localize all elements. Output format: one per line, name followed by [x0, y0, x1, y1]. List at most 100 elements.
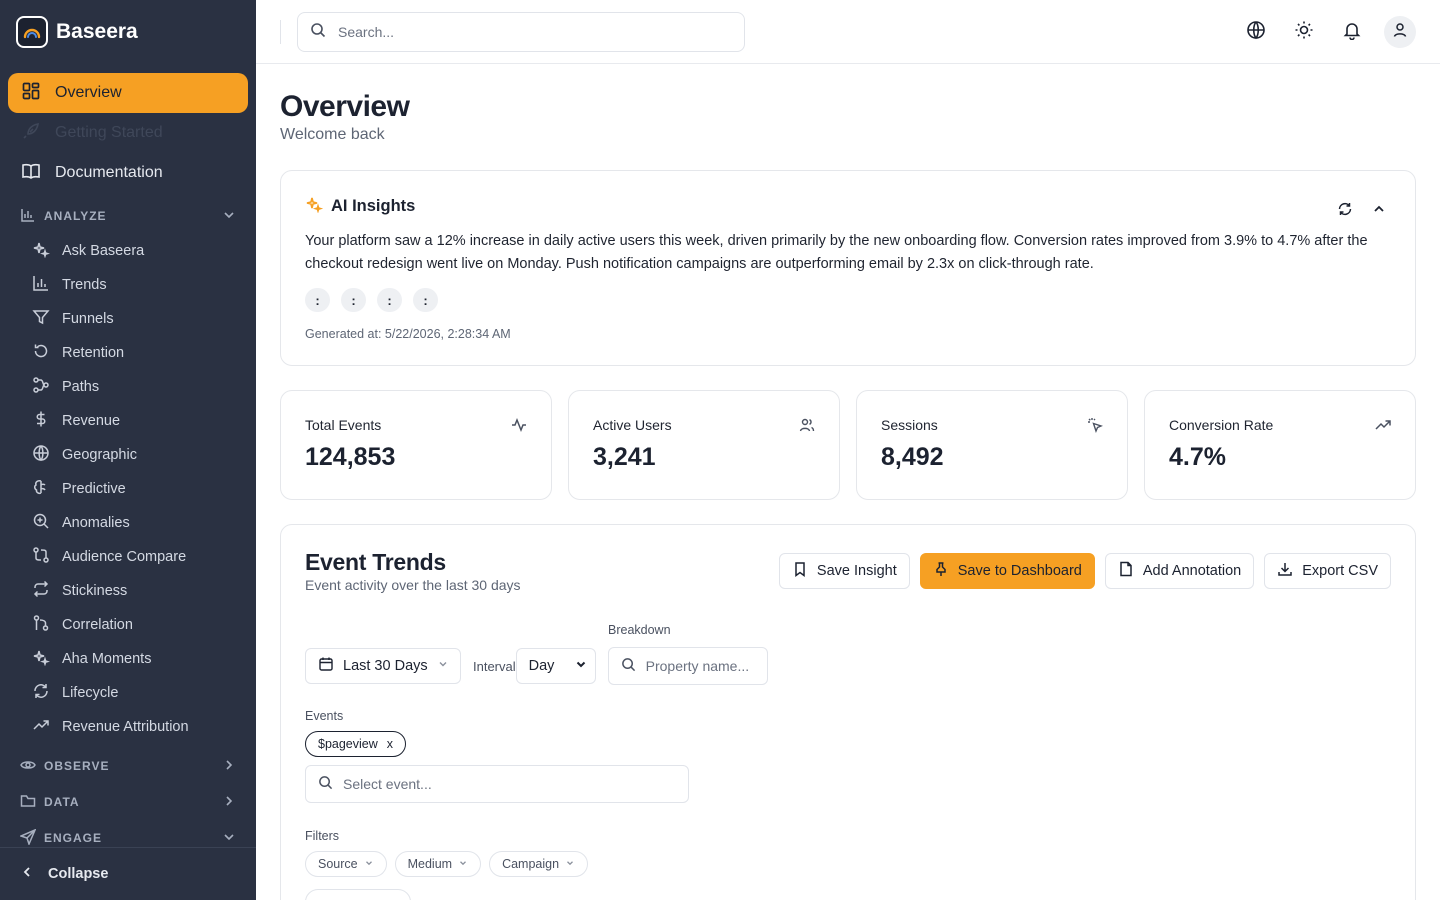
filter-medium[interactable]: Medium: [394, 851, 482, 877]
search-icon: [318, 775, 333, 793]
date-range-picker[interactable]: Last 30 Days: [305, 648, 461, 684]
sidebar-item-paths[interactable]: Paths: [32, 370, 256, 404]
language-button[interactable]: [1240, 16, 1272, 48]
sidebar: Baseera Overview Getting Started Documen…: [0, 0, 256, 900]
chevron-right-icon: [222, 794, 236, 811]
user-menu-button[interactable]: [1384, 16, 1416, 48]
sidebar-item-predictive[interactable]: Predictive: [32, 472, 256, 506]
stat-label: Conversion Rate: [1169, 417, 1274, 433]
sidebar-item-ask-baseera[interactable]: Ask Baseera: [32, 234, 256, 268]
sidebar-item-lifecycle[interactable]: Lifecycle: [32, 676, 256, 710]
git-compare-icon: [32, 546, 50, 568]
chevron-down-icon: [458, 857, 468, 871]
main-content: Overview Welcome back AI Insights Your p…: [280, 64, 1416, 900]
event-placeholder: Select event...: [343, 776, 432, 792]
interval-value: Day: [528, 658, 555, 674]
save-to-dashboard-button[interactable]: Save to Dashboard: [919, 553, 1095, 589]
breakdown-property-input[interactable]: Property name...: [607, 647, 768, 685]
sidebar-item-label: Aha Moments: [62, 651, 152, 667]
export-csv-button[interactable]: Export CSV: [1264, 553, 1391, 589]
stat-card-sessions: Sessions 8,492: [856, 390, 1128, 500]
search-icon: [621, 657, 636, 675]
sidebar-item-trends[interactable]: Trends: [32, 268, 256, 302]
sparkles-icon: [32, 240, 50, 262]
section-observe[interactable]: OBSERVE: [0, 748, 256, 784]
sidebar-item-label: Revenue: [62, 413, 121, 429]
section-label: ANALYZE: [44, 209, 107, 223]
topbar-divider: [280, 19, 281, 44]
file-icon: [1118, 561, 1134, 581]
chevron-up-icon: [1371, 204, 1387, 221]
page-subtitle: Welcome back: [280, 126, 385, 143]
sidebar-item-label: Retention: [62, 345, 125, 361]
book-open-icon: [21, 161, 41, 186]
search-input[interactable]: Search...: [297, 11, 745, 52]
sparkles-icon: [305, 195, 324, 218]
pin-icon: [933, 561, 949, 581]
section-analyze[interactable]: ANALYZE: [0, 198, 256, 234]
chevron-down-icon: [575, 658, 587, 674]
section-label: DATA: [44, 795, 80, 809]
bookmark-icon: [792, 561, 808, 581]
sidebar-item-correlation[interactable]: Correlation: [32, 608, 256, 642]
search-zoom-icon: [32, 512, 50, 534]
bell-icon: [1342, 20, 1362, 45]
brand-logo-icon: [16, 16, 48, 48]
sidebar-item-geographic[interactable]: Geographic: [32, 438, 256, 472]
chevron-down-icon: [222, 208, 236, 225]
insights-body: Your platform saw a 12% increase in dail…: [305, 233, 1368, 272]
stat-value: 4.7%: [1169, 443, 1226, 471]
breakdown-label: Breakdown: [608, 623, 671, 637]
activity-icon: [511, 417, 527, 438]
theme-toggle-button[interactable]: [1288, 16, 1320, 48]
insight-chip[interactable]: :: [341, 288, 366, 312]
users-icon: [799, 417, 815, 438]
folder-icon: [20, 793, 36, 812]
select-event-input[interactable]: Select event...: [305, 765, 689, 803]
chevron-down-icon: [222, 830, 236, 847]
sidebar-item-getting-started[interactable]: Getting Started: [8, 113, 248, 153]
trending-up-icon: [1375, 417, 1391, 438]
remove-event-button[interactable]: x: [387, 737, 393, 751]
interval-select[interactable]: Day: [515, 648, 596, 684]
brand[interactable]: Baseera: [0, 0, 256, 64]
trending-up-icon: [32, 716, 50, 738]
sidebar-item-funnels[interactable]: Funnels: [32, 302, 256, 336]
sidebar-item-audience-compare[interactable]: Audience Compare: [32, 540, 256, 574]
save-insight-button[interactable]: Save Insight: [778, 553, 910, 589]
collapse-insights-button[interactable]: [1371, 201, 1387, 222]
sparkles-icon: [32, 648, 50, 670]
refresh-insights-button[interactable]: [1337, 201, 1353, 222]
sidebar-item-retention[interactable]: Retention: [32, 336, 256, 370]
sidebar-item-aha-moments[interactable]: Aha Moments: [32, 642, 256, 676]
sidebar-item-revenue[interactable]: Revenue: [32, 404, 256, 438]
sidebar-item-revenue-attribution[interactable]: Revenue Attribution: [32, 710, 256, 744]
sidebar-item-label: Anomalies: [62, 515, 130, 531]
section-data[interactable]: DATA: [0, 784, 256, 820]
add-annotation-button[interactable]: Add Annotation: [1104, 553, 1255, 589]
insight-chips: : : : :: [305, 288, 1391, 312]
notifications-button[interactable]: [1336, 16, 1368, 48]
filter-pill-partial[interactable]: [305, 889, 411, 900]
sidebar-item-label: Correlation: [62, 617, 133, 633]
chevron-down-icon: [437, 658, 449, 674]
collapse-sidebar-button[interactable]: Collapse: [0, 847, 256, 900]
insight-chip[interactable]: :: [377, 288, 402, 312]
sidebar-item-anomalies[interactable]: Anomalies: [32, 506, 256, 540]
calendar-icon: [318, 656, 334, 676]
stat-card-conversion-rate: Conversion Rate 4.7%: [1144, 390, 1416, 500]
mouse-pointer-click-icon: [1087, 417, 1103, 438]
filter-source[interactable]: Source: [305, 851, 387, 877]
sidebar-item-label: Documentation: [55, 164, 163, 181]
layout-dashboard-icon: [21, 81, 41, 106]
filter-campaign[interactable]: Campaign: [489, 851, 589, 877]
section-label: OBSERVE: [44, 759, 110, 773]
insight-chip[interactable]: :: [413, 288, 438, 312]
sidebar-item-stickiness[interactable]: Stickiness: [32, 574, 256, 608]
sidebar-item-documentation[interactable]: Documentation: [8, 153, 248, 193]
breakdown-placeholder: Property name...: [645, 658, 750, 674]
sidebar-item-overview[interactable]: Overview: [8, 73, 248, 113]
insight-chip[interactable]: :: [305, 288, 330, 312]
stat-value: 3,241: [593, 443, 656, 471]
stat-card-total-events: Total Events 124,853: [280, 390, 552, 500]
